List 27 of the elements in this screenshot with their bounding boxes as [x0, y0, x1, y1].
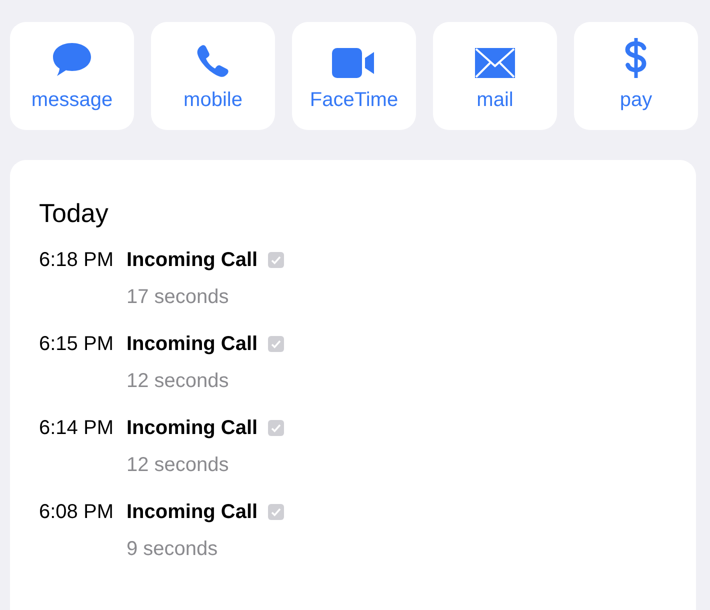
video-camera-icon [331, 47, 377, 79]
call-duration: 17 seconds [126, 285, 230, 310]
call-time: 6:15 PM [39, 332, 114, 357]
call-duration: 12 seconds [126, 453, 230, 478]
call-time: 6:14 PM [39, 416, 114, 441]
call-type: Incoming Call [126, 332, 258, 357]
call-time: 6:08 PM [39, 500, 114, 525]
call-type: Incoming Call [126, 248, 258, 273]
section-title: Today [39, 198, 110, 229]
checkmark-icon [268, 336, 284, 352]
checkmark-icon [268, 504, 284, 520]
call-duration: 12 seconds [126, 369, 230, 394]
phone-icon [195, 43, 231, 79]
call-type: Incoming Call [126, 416, 258, 441]
dollar-sign-icon [623, 37, 649, 79]
call-time: 6:18 PM [39, 248, 114, 273]
speech-bubble-icon [51, 41, 93, 79]
checkmark-icon [268, 420, 284, 436]
action-button[interactable]: message [10, 22, 134, 130]
checkmark-icon [268, 252, 284, 268]
call-duration: 9 seconds [126, 537, 219, 562]
envelope-icon [474, 47, 516, 79]
action-button[interactable]: mail [433, 22, 557, 130]
action-button[interactable]: pay [574, 22, 698, 130]
action-button[interactable]: mobile [151, 22, 275, 130]
action-button[interactable]: FaceTime [292, 22, 416, 130]
call-type: Incoming Call [126, 500, 258, 525]
